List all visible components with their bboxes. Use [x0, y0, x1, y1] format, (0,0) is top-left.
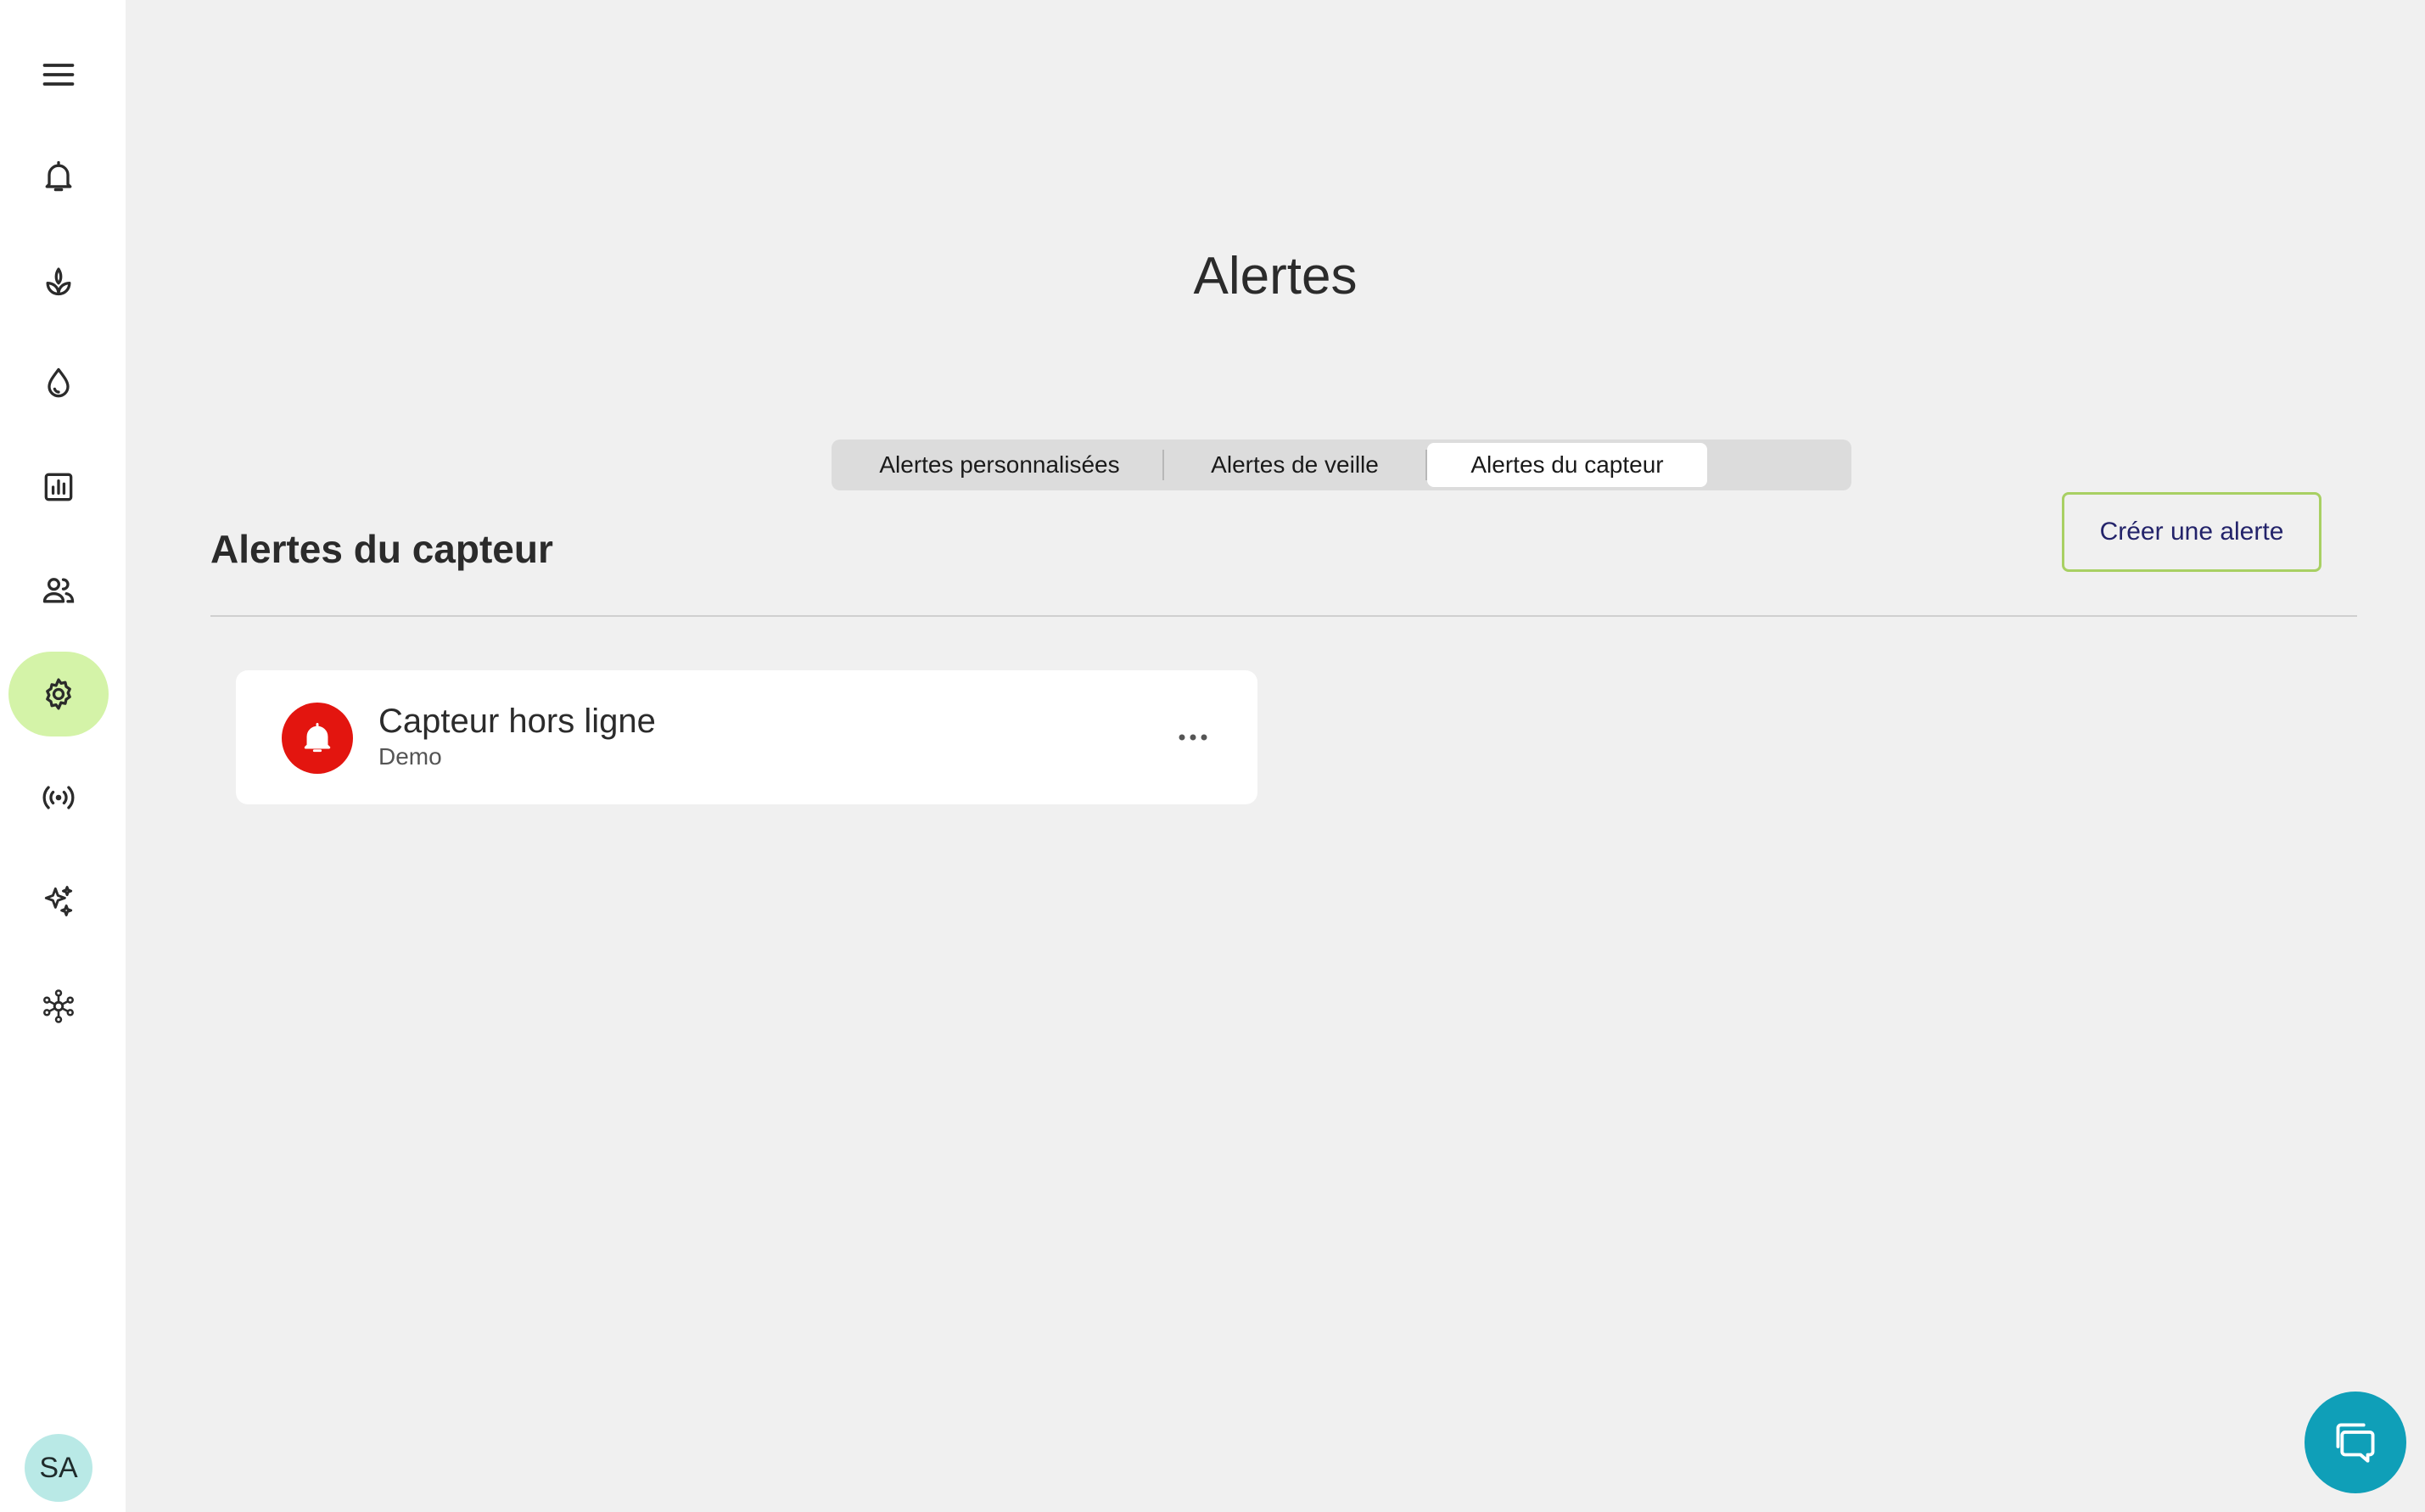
alert-tabs: Alertes personnalisées Alertes de veille…: [832, 440, 1851, 490]
create-alert-button[interactable]: Créer une alerte: [2062, 492, 2321, 572]
avatar-initials: SA: [39, 1451, 78, 1484]
sidebar-item-irrigation[interactable]: [8, 341, 109, 426]
alert-status-icon: [282, 703, 353, 774]
sidebar-item-crops[interactable]: [8, 238, 109, 322]
plant-icon: [46, 267, 71, 296]
alert-subtitle: Demo: [378, 743, 442, 770]
section-divider: [210, 615, 2357, 617]
chat-support-button[interactable]: [2305, 1392, 2406, 1493]
bar-chart-icon: [44, 473, 73, 501]
menu-icon: [42, 64, 75, 86]
more-options-button[interactable]: [1169, 716, 1217, 759]
sidebar-item-ai[interactable]: [8, 859, 109, 944]
sidebar-item-settings[interactable]: [8, 652, 109, 736]
sidebar-item-reports[interactable]: [8, 445, 109, 529]
list-item[interactable]: Capteur hors ligne Demo: [236, 670, 1257, 804]
chat-icon: [2336, 1423, 2375, 1463]
alert-name: Capteur hors ligne: [378, 703, 656, 740]
main-content: Alertes Alertes personnalisées Alertes d…: [126, 0, 2425, 1512]
users-icon: [42, 578, 75, 603]
page-title: Alertes: [1193, 247, 1358, 305]
more-horizontal-icon: [1179, 734, 1207, 741]
section-title: Alertes du capteur: [210, 527, 553, 571]
sidebar: SA: [0, 0, 126, 1512]
tab-sensor-alerts[interactable]: Alertes du capteur: [1427, 443, 1707, 487]
avatar[interactable]: SA: [25, 1434, 92, 1502]
gear-icon: [46, 678, 71, 710]
sparkles-icon: [44, 886, 73, 916]
app-root: SA Alertes Alertes personnalisées Alerte…: [0, 0, 2425, 1512]
sensor-signal-icon: [42, 786, 75, 809]
sidebar-item-sensors[interactable]: [8, 755, 109, 840]
menu-button[interactable]: [8, 32, 109, 117]
water-drop-icon: [48, 367, 70, 398]
sidebar-item-users[interactable]: [8, 548, 109, 633]
tab-custom-alerts[interactable]: Alertes personnalisées: [837, 443, 1162, 487]
sidebar-item-alerts[interactable]: [8, 134, 109, 219]
network-icon: [43, 989, 74, 1023]
sidebar-item-integrations[interactable]: [8, 964, 109, 1049]
tab-watch-alerts[interactable]: Alertes de veille: [1164, 443, 1425, 487]
bell-icon: [304, 723, 331, 753]
bell-icon: [45, 160, 72, 192]
